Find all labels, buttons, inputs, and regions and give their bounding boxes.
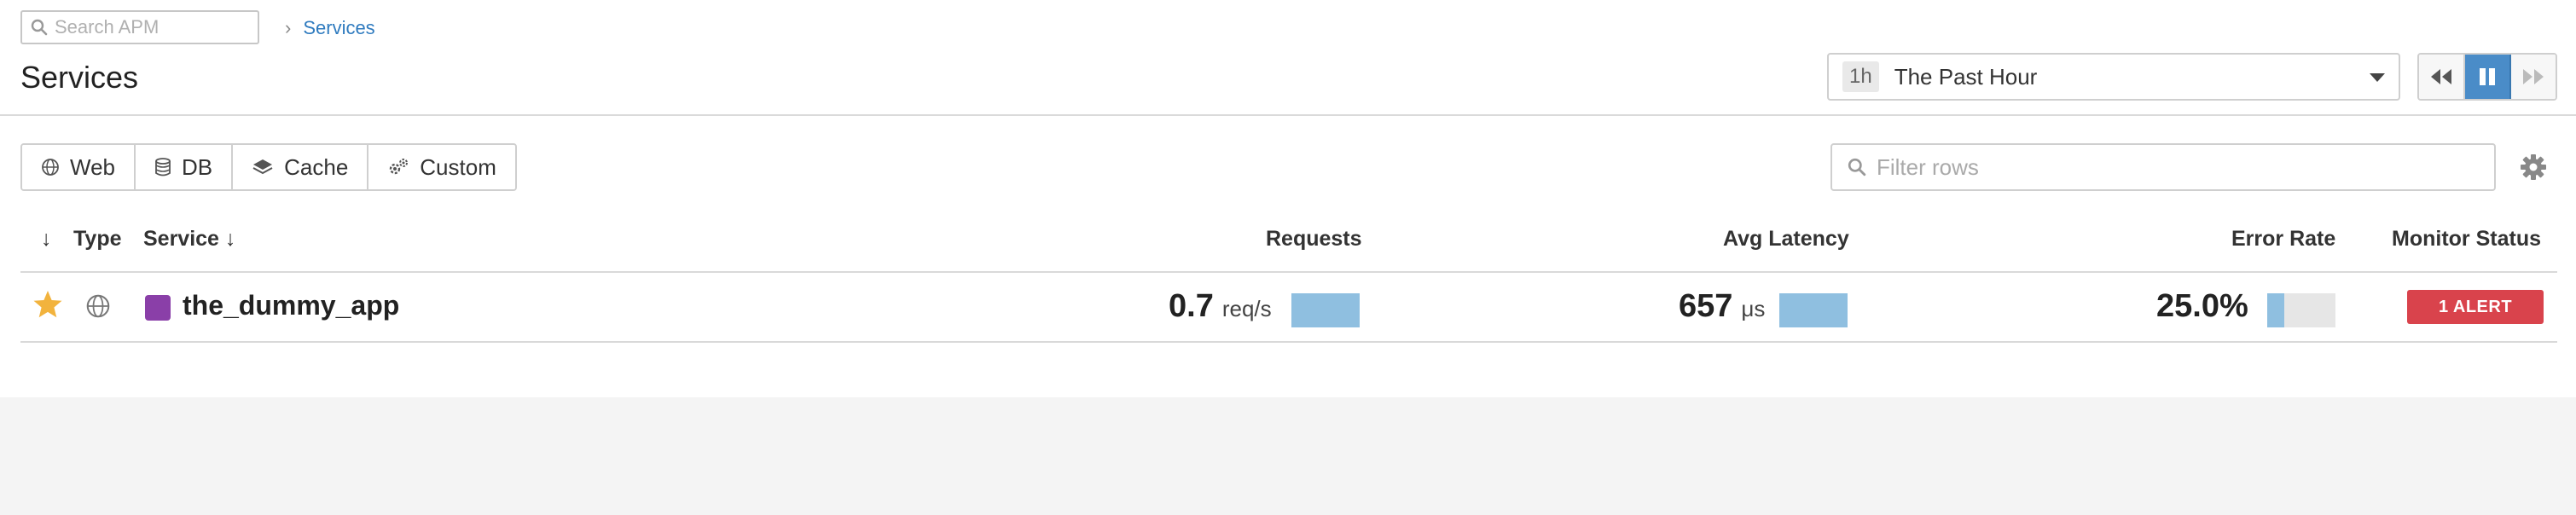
- timeframe-selector[interactable]: 1h The Past Hour: [1827, 53, 2400, 101]
- filter-db-button[interactable]: DB: [136, 145, 234, 189]
- filter-rows-field[interactable]: [1830, 143, 2496, 191]
- fast-forward-icon: [2523, 69, 2544, 84]
- requests-column-header[interactable]: Requests: [1266, 227, 1362, 252]
- globe-icon: [42, 159, 59, 176]
- services-table-header: ↓ Type Service ↓ Requests Avg Latency Er…: [20, 213, 2557, 273]
- requests-number: 0.7: [1169, 288, 1214, 324]
- table-settings-button[interactable]: [2520, 153, 2547, 185]
- gear-icon: [2521, 154, 2546, 180]
- breadcrumb: › Services: [285, 15, 375, 41]
- error-rate-value: 25.0%: [2156, 288, 2248, 325]
- service-name-link[interactable]: the_dummy_app: [183, 290, 399, 321]
- chevron-right-icon: ›: [285, 17, 292, 38]
- type-column-header[interactable]: Type: [73, 227, 122, 252]
- requests-bar: [1291, 293, 1360, 327]
- sort-column-header[interactable]: ↓: [41, 227, 52, 252]
- latency-unit: μs: [1741, 296, 1766, 321]
- search-apm-field[interactable]: [20, 10, 259, 44]
- rewind-button[interactable]: [2419, 55, 2465, 99]
- monitor-status-column-header[interactable]: Monitor Status: [2392, 227, 2541, 252]
- filter-cache-button[interactable]: Cache: [233, 145, 369, 189]
- caret-down-icon: [2370, 73, 2385, 82]
- service-column-header[interactable]: Service ↓: [143, 227, 235, 252]
- rewind-icon: [2431, 69, 2451, 84]
- globe-icon: [85, 293, 111, 323]
- search-icon: [1848, 158, 1866, 176]
- error-rate-number: 25.0%: [2156, 288, 2248, 324]
- page-title: Services: [20, 60, 139, 95]
- fast-forward-button[interactable]: [2511, 55, 2556, 99]
- requests-unit: req/s: [1221, 296, 1272, 321]
- pause-icon: [2480, 68, 2495, 85]
- filter-custom-label: Custom: [420, 153, 496, 180]
- search-icon: [31, 19, 48, 36]
- filter-web-label: Web: [70, 153, 115, 180]
- filter-web-button[interactable]: Web: [22, 145, 136, 189]
- service-color-swatch: [145, 295, 171, 321]
- playback-controls: [2417, 53, 2557, 101]
- service-type-filters: Web DB Cache Custom: [20, 143, 517, 191]
- requests-bar-fill: [1291, 293, 1360, 327]
- timeframe-badge: 1h: [1842, 61, 1879, 92]
- error-rate-bar: [2267, 293, 2335, 327]
- latency-bar: [1779, 293, 1848, 327]
- filter-rows-input[interactable]: [1877, 153, 2474, 181]
- monitor-alert-badge[interactable]: 1 ALERT: [2407, 290, 2544, 324]
- filter-custom-button[interactable]: Custom: [368, 145, 515, 189]
- latency-value: 657 μs: [1679, 288, 1765, 325]
- database-icon: [155, 158, 171, 176]
- header-divider: [0, 114, 2576, 116]
- breadcrumb-services-link[interactable]: Services: [303, 17, 374, 39]
- pause-button[interactable]: [2465, 55, 2511, 99]
- error-rate-column-header[interactable]: Error Rate: [2231, 227, 2335, 252]
- star-icon: [33, 291, 62, 318]
- error-rate-bar-fill: [2267, 293, 2284, 327]
- filter-cache-label: Cache: [284, 153, 349, 180]
- latency-column-header[interactable]: Avg Latency: [1723, 227, 1849, 252]
- empty-content-area: [0, 397, 2576, 515]
- latency-bar-fill: [1779, 293, 1848, 327]
- search-apm-input[interactable]: [55, 16, 251, 38]
- table-row[interactable]: the_dummy_app 0.7 req/s 657 μs 25.0% 1 A…: [20, 275, 2557, 343]
- filter-db-label: DB: [182, 153, 213, 180]
- timeframe-label: The Past Hour: [1894, 63, 2038, 90]
- latency-number: 657: [1679, 288, 1733, 324]
- favorite-star-icon[interactable]: [32, 290, 63, 323]
- layers-icon: [252, 159, 273, 175]
- gears-icon: [390, 159, 409, 175]
- apm-services-page: › Services Services 1h The Past Hour: [0, 0, 2576, 515]
- requests-value: 0.7 req/s: [1169, 288, 1272, 325]
